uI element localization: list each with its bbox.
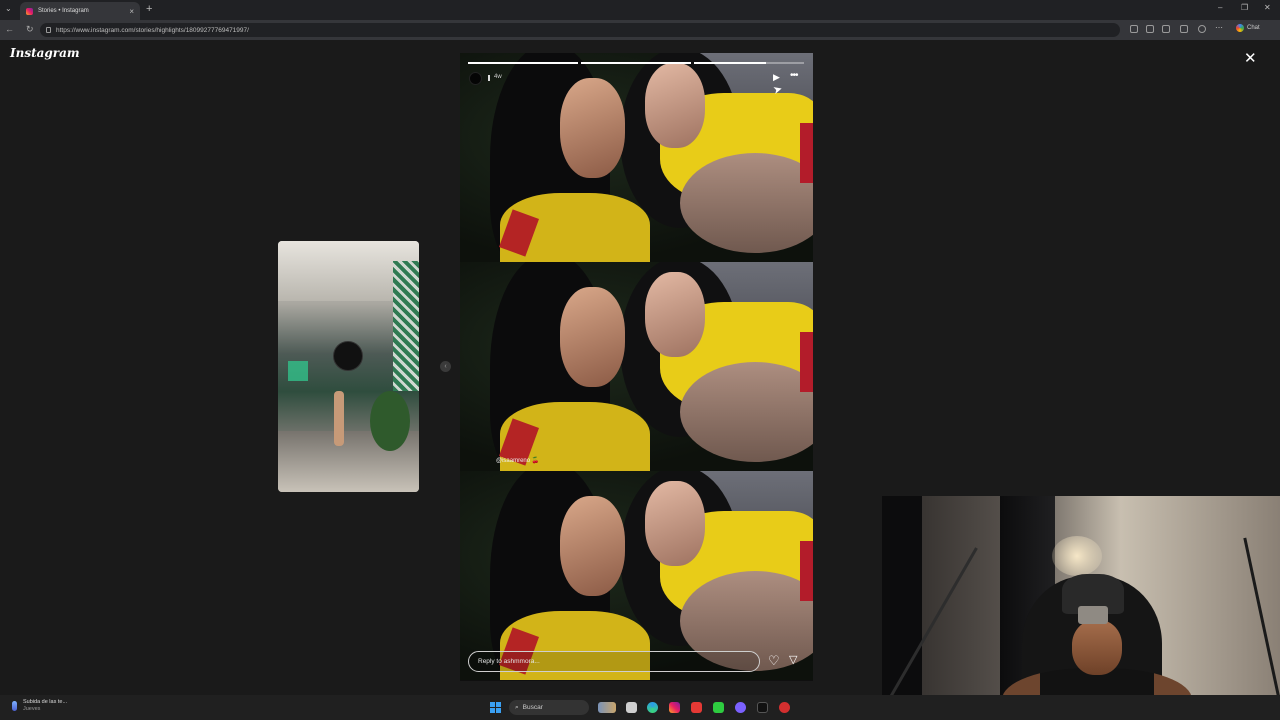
menu-icon[interactable]: ⋯ [1215, 23, 1223, 32]
instagram-logo[interactable]: Instagram [10, 46, 80, 60]
more-icon[interactable]: ••• [790, 70, 798, 81]
heart-icon[interactable]: ♡ [768, 653, 780, 669]
story-username[interactable] [488, 75, 490, 81]
taskbar-notification[interactable]: Subida de las te... Jueves [12, 699, 67, 713]
browser-tab-bar [0, 0, 1280, 20]
reload-icon[interactable]: ↻ [26, 24, 34, 35]
instagram-app-icon[interactable] [669, 702, 680, 713]
notification-title: Subida de las te... [23, 699, 68, 705]
copilot-icon [1236, 24, 1244, 32]
chat-button[interactable]: Chat [1236, 24, 1260, 32]
restore-button[interactable]: ❐ [1241, 3, 1248, 12]
edge-icon[interactable] [647, 702, 658, 713]
taskbar-search[interactable]: ⌕ Buscar [509, 700, 589, 715]
kick-icon[interactable] [713, 702, 724, 713]
patterned-wall [393, 261, 419, 391]
chat-label: Chat [1247, 25, 1260, 31]
extension-icon[interactable] [1130, 25, 1138, 33]
previous-story-preview[interactable] [278, 241, 419, 492]
app-icon[interactable] [779, 702, 790, 713]
new-tab-button[interactable]: + [146, 3, 152, 15]
story-progress-segment [581, 62, 691, 64]
tab-close-icon[interactable]: × [129, 7, 134, 16]
active-story[interactable]: 4w ▶ ••• ➤ @isaamreno 🍒 Reply to ashmmor… [460, 53, 813, 681]
green-screen [288, 361, 308, 381]
tab-title: Stories • Instagram [38, 8, 89, 14]
close-story-button[interactable]: ✕ [1244, 49, 1257, 67]
story-photo [460, 471, 813, 680]
minimize-button[interactable]: – [1218, 3, 1222, 12]
youtube-icon[interactable] [691, 702, 702, 713]
story-photo [460, 262, 813, 471]
previous-story-arrow-icon[interactable]: ‹ [440, 361, 451, 372]
instagram-favicon-icon [26, 7, 33, 15]
plant [370, 391, 410, 451]
story-progress-segment [694, 62, 804, 64]
notification-subtitle: Jueves [23, 706, 41, 712]
webcam-overlay [882, 496, 1280, 720]
story-mention[interactable]: @isaamreno 🍒 [496, 457, 539, 464]
story-progress-segment [468, 62, 578, 64]
lock-icon [46, 27, 51, 33]
windows-start-icon[interactable] [490, 702, 501, 713]
previous-story-avatar[interactable] [333, 341, 363, 371]
back-icon[interactable]: ← [5, 24, 14, 34]
search-label: Buscar [522, 704, 543, 711]
file-explorer-icon[interactable] [626, 702, 637, 713]
browser-tab[interactable]: Stories • Instagram × [20, 2, 140, 20]
tab-search-icon[interactable]: ⌄ [5, 4, 12, 13]
story-photo [460, 53, 813, 262]
url-bar[interactable]: https://www.instagram.com/stories/highli… [40, 23, 1120, 37]
tiktok-icon[interactable] [757, 702, 768, 713]
windows-taskbar [0, 695, 1280, 720]
mic-icon [12, 701, 17, 711]
window-close-button[interactable]: ✕ [1264, 3, 1271, 12]
widgets-icon[interactable] [598, 702, 616, 713]
send-icon[interactable]: ▽ [789, 653, 797, 666]
story-user-avatar[interactable] [469, 72, 482, 85]
search-icon: ⌕ [515, 703, 519, 711]
bookmark-icon[interactable] [1146, 25, 1154, 33]
url-text: https://www.instagram.com/stories/highli… [56, 26, 249, 34]
story-time-ago: 4w [494, 74, 502, 80]
favorites-icon[interactable] [1180, 25, 1188, 33]
person-figure [334, 391, 344, 446]
profile-avatar[interactable] [1198, 25, 1206, 33]
reply-input[interactable]: Reply to ashmmora... [468, 651, 760, 672]
cap-logo [1078, 606, 1108, 624]
extension-icon[interactable] [1162, 25, 1170, 33]
messenger-icon[interactable] [735, 702, 746, 713]
